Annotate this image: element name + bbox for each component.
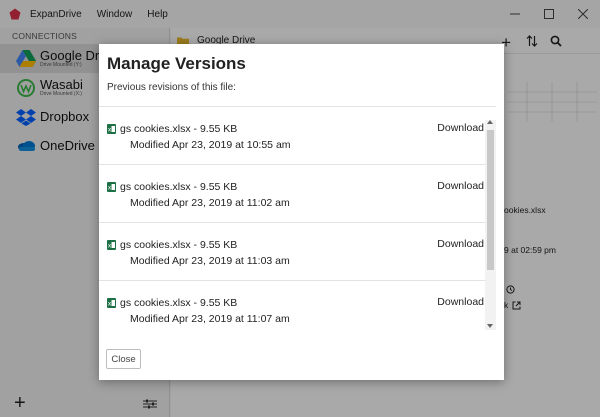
version-modified: Modified Apr 23, 2019 at 10:55 am xyxy=(130,139,291,151)
version-modified: Modified Apr 23, 2019 at 11:02 am xyxy=(130,197,290,209)
svg-text:x: x xyxy=(108,300,112,307)
version-file: gs cookies.xlsx - 9.55 KB xyxy=(120,239,238,251)
version-row: x gs cookies.xlsx - 9.55 KB Modified Apr… xyxy=(99,281,496,332)
version-row: x gs cookies.xlsx - 9.55 KB Modified Apr… xyxy=(99,223,496,281)
version-row: x gs cookies.xlsx - 9.55 KB Modified Apr… xyxy=(99,107,496,165)
download-button[interactable]: Download xyxy=(437,122,484,134)
spreadsheet-file-icon: x xyxy=(107,298,116,308)
version-list-scrollbar[interactable] xyxy=(485,120,496,330)
manage-versions-dialog: Manage Versions Previous revisions of th… xyxy=(99,44,504,380)
version-modified: Modified Apr 23, 2019 at 11:03 am xyxy=(130,255,290,267)
svg-text:x: x xyxy=(108,126,112,133)
close-button[interactable]: Close xyxy=(106,349,141,369)
version-file: gs cookies.xlsx - 9.55 KB xyxy=(120,123,238,135)
download-button[interactable]: Download xyxy=(437,238,484,250)
dialog-subtitle: Previous revisions of this file: xyxy=(107,82,236,93)
version-list: x gs cookies.xlsx - 9.55 KB Modified Apr… xyxy=(99,106,496,332)
download-button[interactable]: Download xyxy=(437,296,484,308)
svg-text:x: x xyxy=(108,242,112,249)
version-file: gs cookies.xlsx - 9.55 KB xyxy=(120,297,238,309)
download-button[interactable]: Download xyxy=(437,180,484,192)
spreadsheet-file-icon: x xyxy=(107,124,116,134)
spreadsheet-file-icon: x xyxy=(107,182,116,192)
version-file: gs cookies.xlsx - 9.55 KB xyxy=(120,181,238,193)
scroll-down-arrow-icon[interactable] xyxy=(487,324,493,328)
scroll-up-arrow-icon[interactable] xyxy=(487,120,493,124)
svg-text:x: x xyxy=(108,184,112,191)
scrollbar-thumb[interactable] xyxy=(487,130,494,270)
spreadsheet-file-icon: x xyxy=(107,240,116,250)
dialog-title: Manage Versions xyxy=(107,54,246,73)
version-row: x gs cookies.xlsx - 9.55 KB Modified Apr… xyxy=(99,165,496,223)
version-modified: Modified Apr 23, 2019 at 11:07 am xyxy=(130,313,290,325)
